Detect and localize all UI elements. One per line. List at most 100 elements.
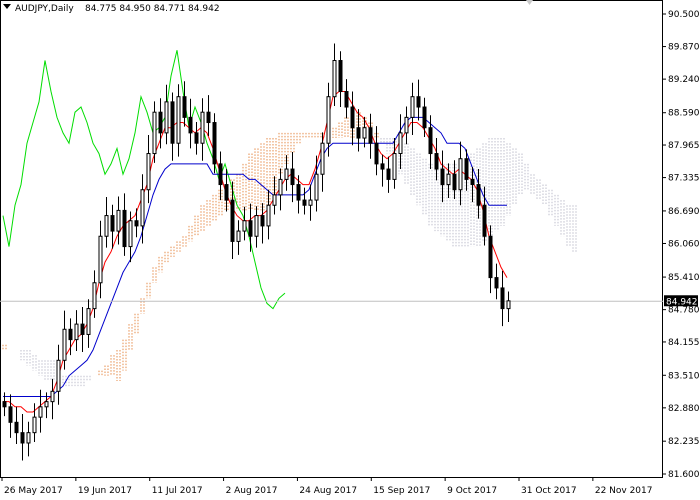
candle-body [344, 91, 349, 108]
candle-body [62, 328, 67, 361]
candle-body [176, 96, 181, 144]
candle-body [134, 220, 139, 227]
price-axis: 90.500 89.870 89.240 88.590 87.965 87.335 86.6… [662, 10, 700, 480]
candle-body [500, 287, 505, 310]
candle-body [428, 127, 433, 155]
candle-body [116, 209, 121, 232]
candle-body [146, 153, 151, 191]
candle-body [350, 106, 355, 129]
candle-body [152, 111, 157, 155]
y-tick-label: 82.880 [668, 404, 700, 414]
candle-body [392, 153, 397, 180]
candle-body [476, 184, 481, 206]
collapse-triangle-icon[interactable] [3, 4, 11, 9]
y-tick-label: 86.060 [668, 239, 700, 249]
candle-body [254, 215, 259, 237]
candle-body [506, 300, 511, 310]
candle-body [302, 199, 307, 206]
x-tick-label: 22 Nov 2017 [595, 486, 653, 496]
candle-body [386, 168, 391, 180]
candle-body [380, 163, 385, 170]
candle-body [488, 235, 493, 279]
candle-body [26, 432, 31, 444]
candle-body [128, 220, 133, 248]
symbol-label: AUDJPY,Daily [15, 4, 74, 14]
y-tick-label: 89.870 [668, 43, 700, 53]
y-tick-label: 88.590 [668, 109, 700, 119]
candle-body [86, 308, 91, 335]
price-badge-value: 84.942 [666, 297, 698, 307]
candle-body [272, 194, 277, 206]
candle-body [170, 101, 175, 144]
chart-window: 90.500 89.870 89.240 88.590 87.965 87.335 86.6… [0, 0, 700, 500]
candle-body [326, 96, 331, 144]
candle-body [356, 127, 361, 139]
x-tick-label: 2 Aug 2017 [226, 486, 278, 496]
candle-body [218, 163, 223, 186]
candle-body [14, 421, 19, 434]
candle-body [56, 359, 61, 392]
candle-body [260, 215, 265, 227]
candle-body [206, 111, 211, 124]
y-tick-label: 89.240 [668, 75, 700, 85]
candle-body [470, 178, 475, 186]
candle-body [446, 173, 451, 186]
candle-body [296, 184, 301, 201]
y-tick-label: 82.235 [668, 437, 700, 447]
candle-body [398, 132, 403, 155]
candle-body [224, 184, 229, 201]
x-tick-label: 15 Sep 2017 [373, 486, 430, 496]
candle-body [194, 132, 199, 144]
candle-body [248, 220, 253, 237]
y-tick-label: 87.965 [668, 141, 700, 151]
x-tick-label: 9 Oct 2017 [447, 486, 497, 496]
chart-svg: 90.500 89.870 89.240 88.590 87.965 87.335 86.6… [0, 0, 700, 496]
ohlc-label: 84.775 84.950 84.771 84.942 [85, 4, 220, 14]
candle-body [440, 168, 445, 186]
candles [2, 43, 511, 461]
candle-body [404, 116, 409, 134]
candle-body [374, 142, 379, 165]
candle-body [92, 282, 97, 310]
candle-body [2, 401, 7, 408]
candle-body [20, 432, 25, 444]
candle-body [122, 209, 127, 248]
candle-body [158, 111, 163, 134]
time-axis: 26 May 2017 19 Jun 2017 11 Jul 2017 2 Aug 2… [1, 477, 653, 496]
candle-body [8, 406, 13, 423]
candle-body [458, 158, 463, 191]
candle-body [32, 416, 37, 434]
candle-body [422, 106, 427, 129]
candle-body [410, 96, 415, 118]
candle-body [368, 127, 373, 144]
candle-body [278, 178, 283, 196]
candle-body [242, 220, 247, 232]
candle-body [308, 199, 313, 206]
candle-body [212, 122, 217, 165]
kijun-sen-line [3, 116, 507, 397]
candle-body [314, 173, 319, 201]
candle-body [50, 390, 55, 403]
candle-body [230, 199, 235, 242]
y-tick-label: 85.410 [668, 273, 700, 283]
current-price-badge: 84.942 [664, 295, 698, 307]
x-tick-label: 19 Jun 2017 [78, 486, 132, 496]
candle-body [44, 401, 49, 408]
candle-body [104, 215, 109, 237]
x-tick-label: 31 Oct 2017 [521, 486, 577, 496]
y-tick-label: 83.510 [668, 371, 700, 381]
candle-body [452, 173, 457, 191]
candle-body [164, 101, 169, 134]
candle-body [74, 323, 79, 341]
x-tick-label: 26 May 2017 [4, 486, 63, 496]
candle-body [200, 111, 205, 144]
y-tick-label: 84.155 [668, 338, 700, 348]
x-tick-label: 24 Aug 2017 [299, 486, 357, 496]
candle-body [236, 230, 241, 242]
scroll-marker[interactable] [526, 0, 533, 5]
candle-body [416, 96, 421, 108]
candle-body [140, 189, 145, 227]
candle-body [68, 328, 73, 341]
candle-body [80, 323, 85, 335]
candle-body [338, 60, 343, 93]
